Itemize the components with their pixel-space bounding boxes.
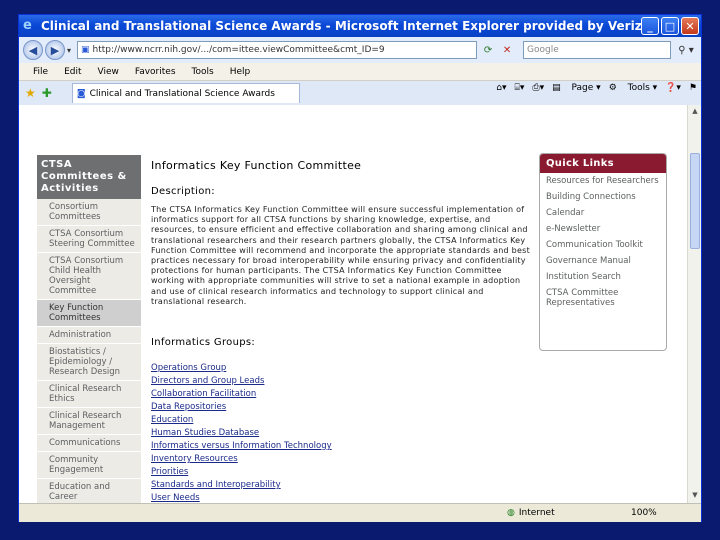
search-icon[interactable]: ⚲ ▾ [675,42,697,58]
address-input[interactable]: ▣ http://www.ncrr.nih.gov/.../com=ittee.… [77,41,478,59]
menu-bar: File Edit View Favorites Tools Help [19,63,701,81]
group-link[interactable]: Informatics versus Information Technolog… [151,440,531,453]
sidebar-list: Consortium Committees CTSA Consortium Ste… [37,199,141,503]
history-dropdown-icon[interactable]: ▾ [67,46,71,55]
back-arrow-icon[interactable]: ◀ [23,40,43,60]
scroll-down-icon[interactable]: ▼ [690,491,700,501]
sidebar-item[interactable]: Biostatistics / Epidemiology / Research … [37,344,141,381]
command-bar: ⌂▾ ⌸▾ ⎙▾ ▤ Page ▾ ⚙ Tools ▾ ❓▾ ⚑ [488,83,697,93]
menu-help[interactable]: Help [230,67,251,77]
page-title: Informatics Key Function Committee [151,159,362,172]
page-menu-label: Page [571,83,594,93]
scroll-thumb[interactable] [690,153,700,249]
groups-heading: Informatics Groups: [151,337,256,349]
group-link[interactable]: Education [151,414,531,427]
sidebar-item[interactable]: Community Engagement [37,452,141,479]
group-link[interactable]: Operations Group [151,362,531,375]
sidebar-item[interactable]: Education and Career [37,479,141,503]
window-title: Clinical and Translational Science Award… [41,19,641,33]
sidebar-item[interactable]: Communications [37,435,141,452]
favorites-star-icon[interactable]: ★ [25,86,36,100]
group-link[interactable]: Priorities [151,466,531,479]
ie-icon: e [23,18,32,33]
tools-menu-button[interactable]: ⚙ Tools ▾ [609,83,658,93]
page-menu-button[interactable]: ▤ Page ▾ [552,83,601,93]
stop-icon[interactable]: ✕ [499,42,515,58]
browser-window: e Clinical and Translational Science Awa… [18,14,702,522]
globe-icon: ◍ [507,508,515,518]
group-link[interactable]: Inventory Resources [151,453,531,466]
address-text: http://www.ncrr.nih.gov/.../com=ittee.vi… [92,45,385,55]
minimize-button[interactable]: _ [641,17,659,35]
scroll-up-icon[interactable]: ▲ [690,107,700,117]
address-bar-row: ◀ ▶ ▾ ▣ http://www.ncrr.nih.gov/.../com=… [19,37,701,63]
sidebar-item[interactable]: CTSA Consortium Steering Committee [37,226,141,253]
tab-ctsa[interactable]: ◙ Clinical and Translational Science Awa… [71,83,300,103]
sidebar-item[interactable]: Clinical Research Ethics [37,381,141,408]
sidebar-item[interactable]: CTSA Consortium Child Health Oversight C… [37,253,141,300]
menu-tools[interactable]: Tools [192,67,214,77]
vertical-scrollbar[interactable]: ▲ ▼ [687,105,701,503]
quick-links-panel: Quick Links Resources for Researchers Bui… [539,153,667,351]
zone-label: Internet [518,508,555,518]
search-input[interactable]: Google [523,41,672,59]
forward-arrow-icon[interactable]: ▶ [45,40,65,60]
quick-links-heading: Quick Links [540,154,666,173]
menu-favorites[interactable]: Favorites [135,67,176,77]
quick-link[interactable]: Calendar [540,205,666,221]
maximize-button[interactable]: □ [661,17,679,35]
refresh-icon[interactable]: ⟳ [480,42,496,58]
add-favorite-icon[interactable]: ✚ [42,86,52,100]
status-bar: ◍ Internet 100% [19,503,701,522]
menu-view[interactable]: View [98,67,119,77]
description-text: The CTSA Informatics Key Function Commit… [151,205,530,306]
group-link[interactable]: User Needs [151,492,531,503]
group-link[interactable]: Human Studies Database [151,427,531,440]
quick-link[interactable]: e-Newsletter [540,221,666,237]
quick-link[interactable]: Governance Manual [540,253,666,269]
quick-link[interactable]: Communication Toolkit [540,237,666,253]
sidebar-item[interactable]: Administration [37,327,141,344]
group-link[interactable]: Directors and Group Leads [151,375,531,388]
tools-menu-label: Tools [627,83,650,93]
zoom-level[interactable]: 100% [631,508,657,518]
sidebar-item[interactable]: Consortium Committees [37,199,141,226]
sidebar-item[interactable]: Clinical Research Management [37,408,141,435]
page-content: CTSA Committees & Activities Consortium … [19,105,687,503]
menu-file[interactable]: File [33,67,48,77]
description-heading: Description: [151,186,215,197]
quick-link[interactable]: Institution Search [540,269,666,285]
page-icon: ▣ [81,45,90,55]
sidebar: CTSA Committees & Activities Consortium … [37,155,141,503]
feeds-icon[interactable]: ⌸▾ [514,83,524,93]
home-icon[interactable]: ⌂▾ [496,83,506,93]
quick-link[interactable]: CTSA Committee Representatives [540,285,666,311]
tab-title: Clinical and Translational Science Award… [89,88,275,99]
page-icon: ◙ [76,88,86,99]
security-zone: ◍ Internet [507,508,555,518]
research-icon[interactable]: ⚑ [689,83,697,93]
close-button[interactable]: ✕ [681,17,699,35]
quick-links-list: Resources for Researchers Building Connec… [540,173,666,311]
groups-list: Operations Group Directors and Group Lead… [151,362,531,503]
title-bar[interactable]: e Clinical and Translational Science Awa… [19,15,701,37]
group-link[interactable]: Standards and Interoperability [151,479,531,492]
print-icon[interactable]: ⎙▾ [532,83,544,93]
main-content: Informatics Key Function Committee Descr… [151,159,531,503]
sidebar-item[interactable]: Key Function Committees [37,300,141,327]
sidebar-heading: CTSA Committees & Activities [37,155,141,199]
group-link[interactable]: Data Repositories [151,401,531,414]
quick-link[interactable]: Resources for Researchers [540,173,666,189]
quick-link[interactable]: Building Connections [540,189,666,205]
search-placeholder: Google [527,45,559,55]
group-link[interactable]: Collaboration Facilitation [151,388,531,401]
menu-edit[interactable]: Edit [64,67,81,77]
help-icon[interactable]: ❓▾ [665,83,681,93]
tab-row: ★ ✚ ◙ Clinical and Translational Science… [19,81,701,105]
